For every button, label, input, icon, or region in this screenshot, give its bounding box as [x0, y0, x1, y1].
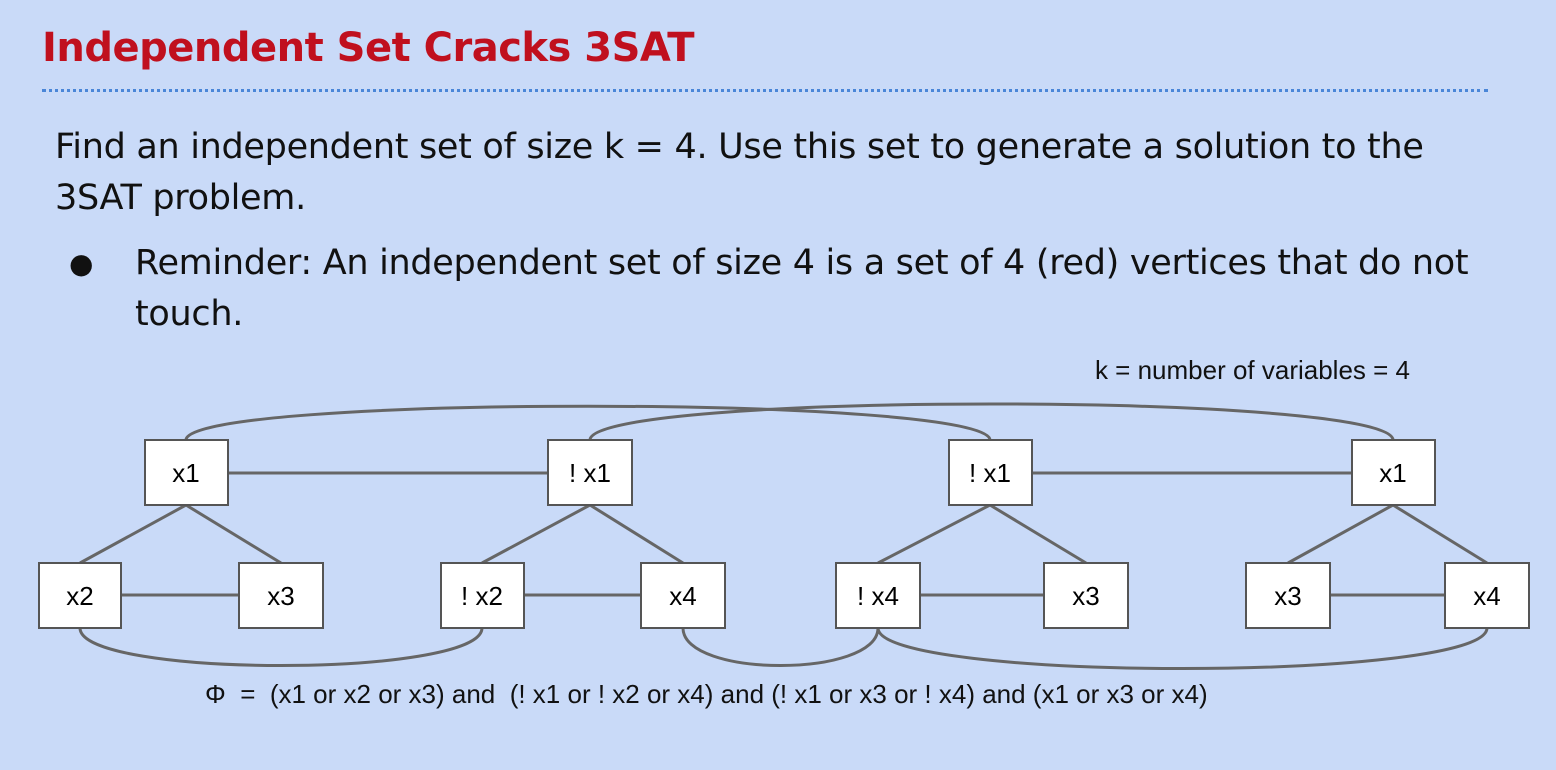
node-c2-right: x4 — [640, 562, 726, 629]
edge-c4-top-left — [1287, 503, 1394, 565]
node-label: ! x1 — [569, 458, 611, 488]
edge-c1-top-right — [185, 503, 282, 565]
node-c2-left: ! x2 — [440, 562, 525, 629]
node-c4-left: x3 — [1245, 562, 1331, 629]
node-label: x3 — [1072, 581, 1099, 611]
nodes: x1 ! x1 ! x1 x1 x2 x3 ! x2 x4 ! x4 x3 x3… — [38, 439, 1530, 629]
node-label: x4 — [669, 581, 696, 611]
node-c1-left: x2 — [38, 562, 122, 629]
edge-x2-notx2-arc — [78, 627, 484, 667]
edge-c3-top-left — [877, 503, 991, 565]
node-c2-top: ! x1 — [547, 439, 633, 506]
node-label: ! x1 — [969, 458, 1011, 488]
node-c4-top: x1 — [1351, 439, 1436, 506]
edge-x4-notx4-arc — [681, 627, 880, 667]
node-label: x1 — [172, 458, 199, 488]
edge-notx4-x4-arc — [876, 627, 1489, 670]
edge-x1-notx1-arc — [184, 404, 992, 441]
formula: Φ = (x1 or x2 or x3) and (! x1 or ! x2 o… — [205, 679, 1208, 709]
edge-notx1-x1-arc — [588, 402, 1395, 441]
node-label: ! x2 — [461, 581, 503, 611]
node-c3-top: ! x1 — [948, 439, 1033, 506]
edge-c2-top-right — [589, 503, 684, 565]
node-label: x1 — [1379, 458, 1406, 488]
edge-c1-top-left — [79, 503, 187, 565]
node-label: x2 — [66, 581, 93, 611]
edge-c4-top-right — [1392, 503, 1488, 565]
node-c4-right: x4 — [1444, 562, 1530, 629]
graph-diagram: k = number of variables = 4 x1 ! x1 ! x1… — [38, 355, 1530, 709]
edge-c2-top-left — [481, 503, 591, 565]
k-label: k = number of variables = 4 — [1095, 355, 1410, 385]
node-c1-right: x3 — [238, 562, 324, 629]
edge-c3-top-right — [989, 503, 1087, 565]
node-c1-top: x1 — [144, 439, 229, 506]
node-c3-left: ! x4 — [835, 562, 921, 629]
node-c3-right: x3 — [1043, 562, 1129, 629]
node-label: x3 — [267, 581, 294, 611]
node-label: x4 — [1473, 581, 1500, 611]
node-label: ! x4 — [857, 581, 899, 611]
node-label: x3 — [1274, 581, 1301, 611]
